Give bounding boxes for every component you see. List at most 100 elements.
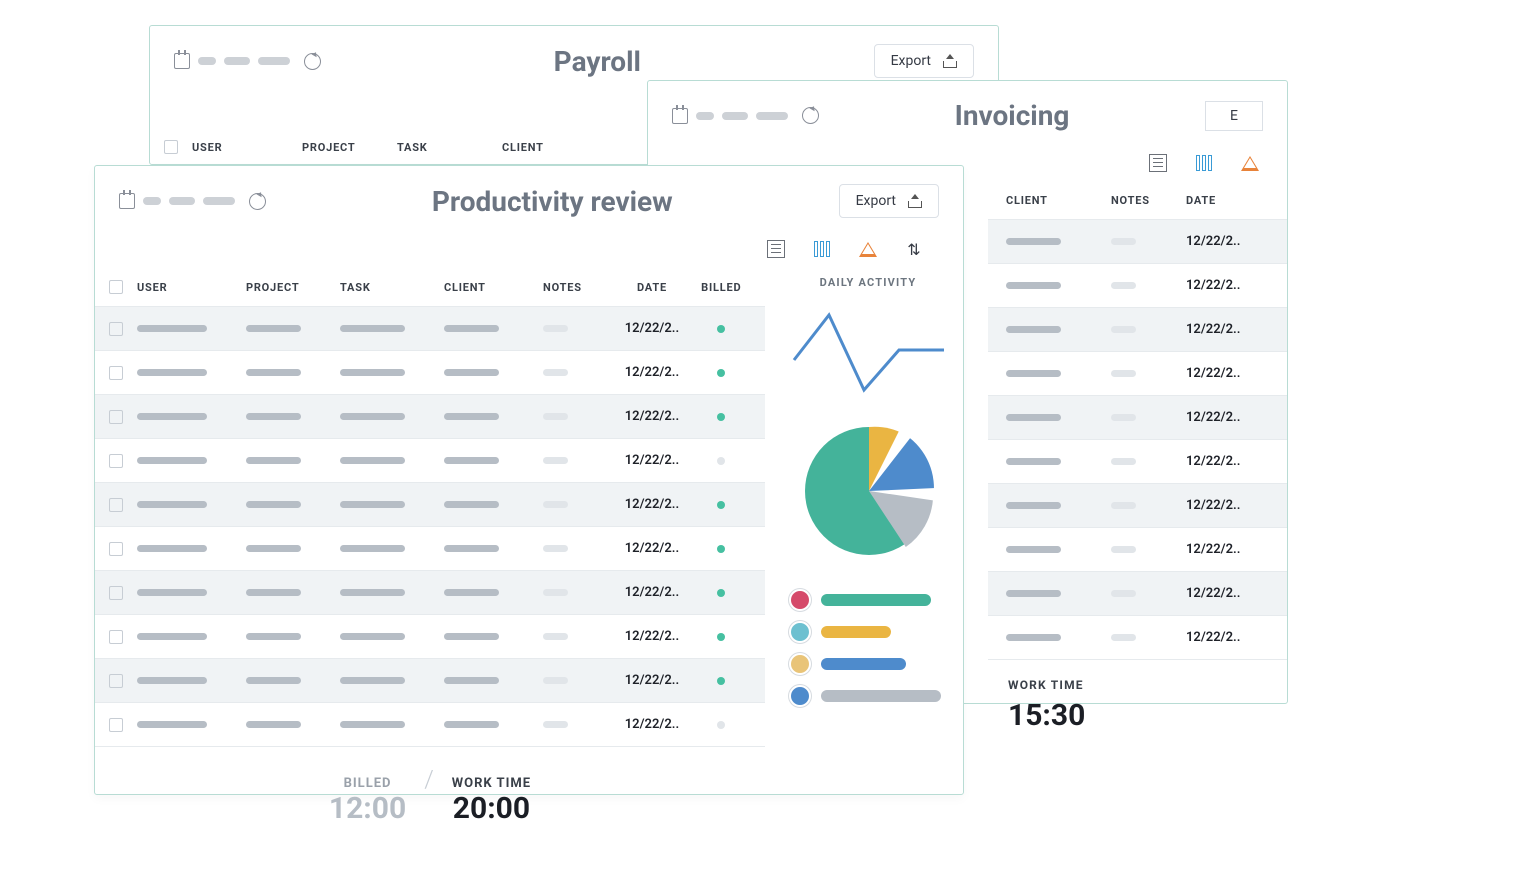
- project-placeholder: [246, 677, 301, 684]
- project-placeholder: [246, 721, 301, 728]
- date-cell: 12/22/2..: [612, 541, 691, 556]
- col-date[interactable]: DATE: [612, 281, 691, 294]
- date-range-picker[interactable]: [174, 53, 321, 70]
- row-checkbox[interactable]: [109, 498, 123, 512]
- col-task[interactable]: TASK: [397, 141, 502, 154]
- client-placeholder: [444, 677, 499, 684]
- col-user[interactable]: USER: [137, 281, 246, 294]
- row-checkbox[interactable]: [109, 718, 123, 732]
- table-row[interactable]: 12/22/2..: [95, 439, 765, 483]
- client-placeholder: [444, 589, 499, 596]
- table-row[interactable]: 12/22/2..: [95, 351, 765, 395]
- table-row[interactable]: 12/22/2..: [988, 308, 1287, 352]
- notes-placeholder: [1111, 546, 1136, 553]
- client-placeholder: [1006, 414, 1061, 421]
- col-project[interactable]: PROJECT: [246, 281, 340, 294]
- columns-icon[interactable]: [1195, 154, 1213, 172]
- sort-icon[interactable]: ⇅: [905, 240, 923, 258]
- date-range-picker[interactable]: [119, 193, 266, 210]
- panel-title: Payroll: [321, 45, 874, 78]
- user-placeholder: [137, 589, 207, 596]
- project-placeholder: [246, 369, 301, 376]
- table-row[interactable]: 12/22/2..: [988, 528, 1287, 572]
- row-checkbox[interactable]: [109, 542, 123, 556]
- table-row[interactable]: 12/22/2..: [988, 220, 1287, 264]
- col-user[interactable]: USER: [192, 141, 302, 154]
- warning-icon[interactable]: [1241, 154, 1259, 172]
- date-cell: 12/22/2..: [612, 585, 691, 600]
- table-row[interactable]: 12/22/2..: [95, 483, 765, 527]
- refresh-icon[interactable]: [249, 193, 266, 210]
- table-row[interactable]: 12/22/2..: [988, 440, 1287, 484]
- row-checkbox[interactable]: [109, 674, 123, 688]
- row-checkbox[interactable]: [109, 322, 123, 336]
- table-header: USER PROJECT TASK CLIENT NOTES DATE BILL…: [95, 268, 765, 307]
- client-placeholder: [444, 721, 499, 728]
- refresh-icon[interactable]: [304, 53, 321, 70]
- table-row[interactable]: 12/22/2..: [988, 484, 1287, 528]
- col-date[interactable]: DATE: [1186, 194, 1266, 207]
- task-placeholder: [340, 545, 405, 552]
- table-row[interactable]: 12/22/2..: [95, 659, 765, 703]
- row-checkbox[interactable]: [109, 630, 123, 644]
- select-all-checkbox[interactable]: [109, 280, 123, 294]
- col-project[interactable]: PROJECT: [302, 141, 397, 154]
- notes-placeholder: [1111, 634, 1136, 641]
- col-billed[interactable]: BILLED: [692, 281, 751, 294]
- col-notes[interactable]: NOTES: [1111, 194, 1186, 207]
- table-row[interactable]: 12/22/2..: [95, 527, 765, 571]
- summary-bar: BILLED 12:00 / WORK TIME 20:00: [95, 747, 765, 844]
- pie-chart: [789, 411, 949, 571]
- table-row[interactable]: 12/22/2..: [95, 615, 765, 659]
- warning-icon[interactable]: [859, 240, 877, 258]
- col-client[interactable]: CLIENT: [444, 281, 543, 294]
- row-checkbox[interactable]: [109, 586, 123, 600]
- refresh-icon[interactable]: [802, 107, 819, 124]
- user-activity-bar: [789, 653, 947, 675]
- table-row[interactable]: 12/22/2..: [988, 264, 1287, 308]
- export-button[interactable]: Export: [874, 44, 974, 78]
- col-client[interactable]: CLIENT: [1006, 194, 1111, 207]
- activity-bar: [821, 658, 906, 670]
- task-placeholder: [340, 589, 405, 596]
- task-placeholder: [340, 633, 405, 640]
- table-row[interactable]: 12/22/2..: [95, 571, 765, 615]
- col-notes[interactable]: NOTES: [543, 281, 612, 294]
- table-row[interactable]: 12/22/2..: [95, 395, 765, 439]
- task-placeholder: [340, 501, 405, 508]
- task-placeholder: [340, 677, 405, 684]
- date-range-picker[interactable]: [672, 107, 819, 124]
- table-row[interactable]: 12/22/2..: [988, 572, 1287, 616]
- billed-dot: [717, 721, 725, 729]
- date-cell: 12/22/2..: [612, 453, 691, 468]
- col-client[interactable]: CLIENT: [502, 141, 662, 154]
- table-row[interactable]: 12/22/2..: [988, 396, 1287, 440]
- placeholder-pill: [756, 112, 788, 120]
- work-time-summary: WORK TIME 15:30: [988, 660, 1287, 751]
- table-row[interactable]: 12/22/2..: [95, 703, 765, 747]
- billed-dot: [717, 589, 725, 597]
- user-placeholder: [137, 325, 207, 332]
- notes-placeholder: [1111, 502, 1136, 509]
- table-row[interactable]: 12/22/2..: [988, 352, 1287, 396]
- select-all-checkbox[interactable]: [164, 140, 178, 154]
- row-checkbox[interactable]: [109, 410, 123, 424]
- table-row[interactable]: 12/22/2..: [95, 307, 765, 351]
- columns-icon[interactable]: [813, 240, 831, 258]
- list-view-icon[interactable]: [767, 240, 785, 258]
- export-label: Export: [856, 193, 896, 209]
- table-row[interactable]: 12/22/2..: [988, 616, 1287, 660]
- activity-bar: [821, 626, 891, 638]
- user-placeholder: [137, 677, 207, 684]
- col-task[interactable]: TASK: [340, 281, 444, 294]
- row-checkbox[interactable]: [109, 454, 123, 468]
- work-time-value: 15:30: [1008, 698, 1267, 733]
- date-cell: 12/22/2..: [1186, 454, 1266, 469]
- row-checkbox[interactable]: [109, 366, 123, 380]
- notes-placeholder: [543, 589, 568, 596]
- daily-activity-title: DAILY ACTIVITY: [789, 276, 947, 289]
- export-button[interactable]: Export: [839, 184, 939, 218]
- e-button[interactable]: E: [1205, 101, 1263, 131]
- user-activity-bar: [789, 589, 947, 611]
- list-view-icon[interactable]: [1149, 154, 1167, 172]
